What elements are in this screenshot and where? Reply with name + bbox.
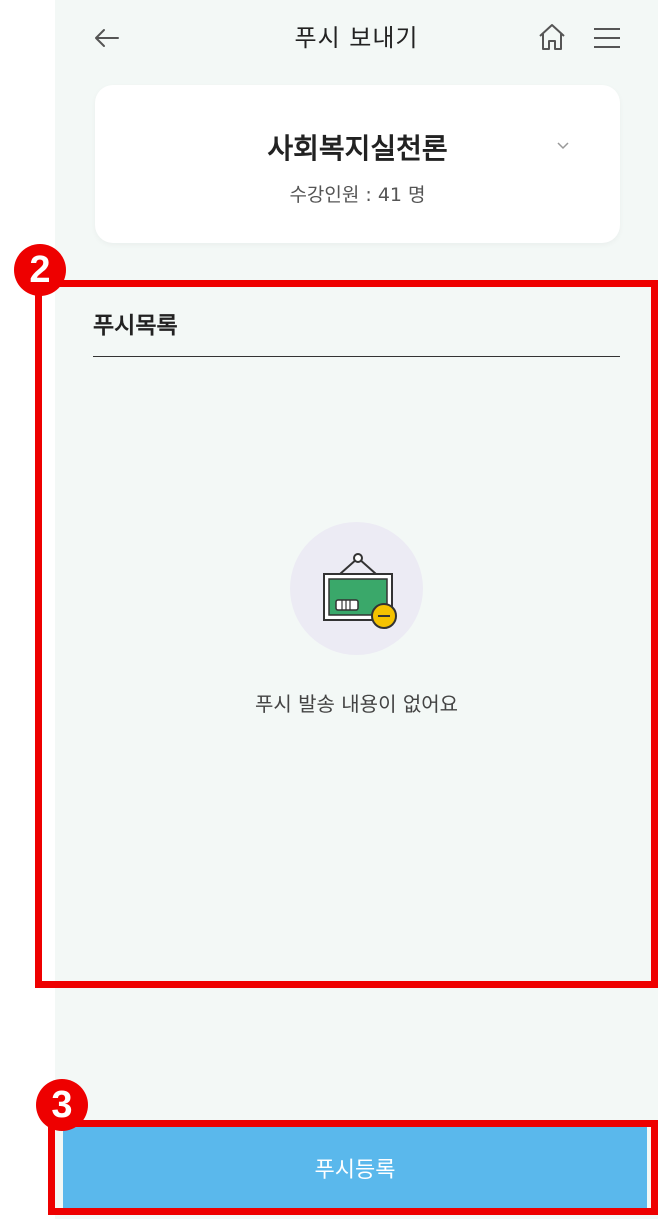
course-enrollment: 수강인원 : 41 명: [289, 184, 426, 206]
annotation-box-3: [48, 1120, 658, 1215]
home-icon[interactable]: [535, 20, 569, 54]
header-bar: 푸시 보내기: [55, 0, 658, 80]
annotation-box-2: [35, 280, 658, 988]
annotation-badge-3: 3: [36, 1079, 88, 1131]
hamburger-menu-icon[interactable]: [591, 22, 623, 54]
course-name: 사회복지실천론: [267, 132, 448, 165]
chevron-down-icon[interactable]: [553, 137, 573, 153]
annotation-badge-2: 2: [14, 244, 66, 296]
course-selector[interactable]: 사회복지실천론 수강인원 : 41 명: [95, 85, 620, 243]
